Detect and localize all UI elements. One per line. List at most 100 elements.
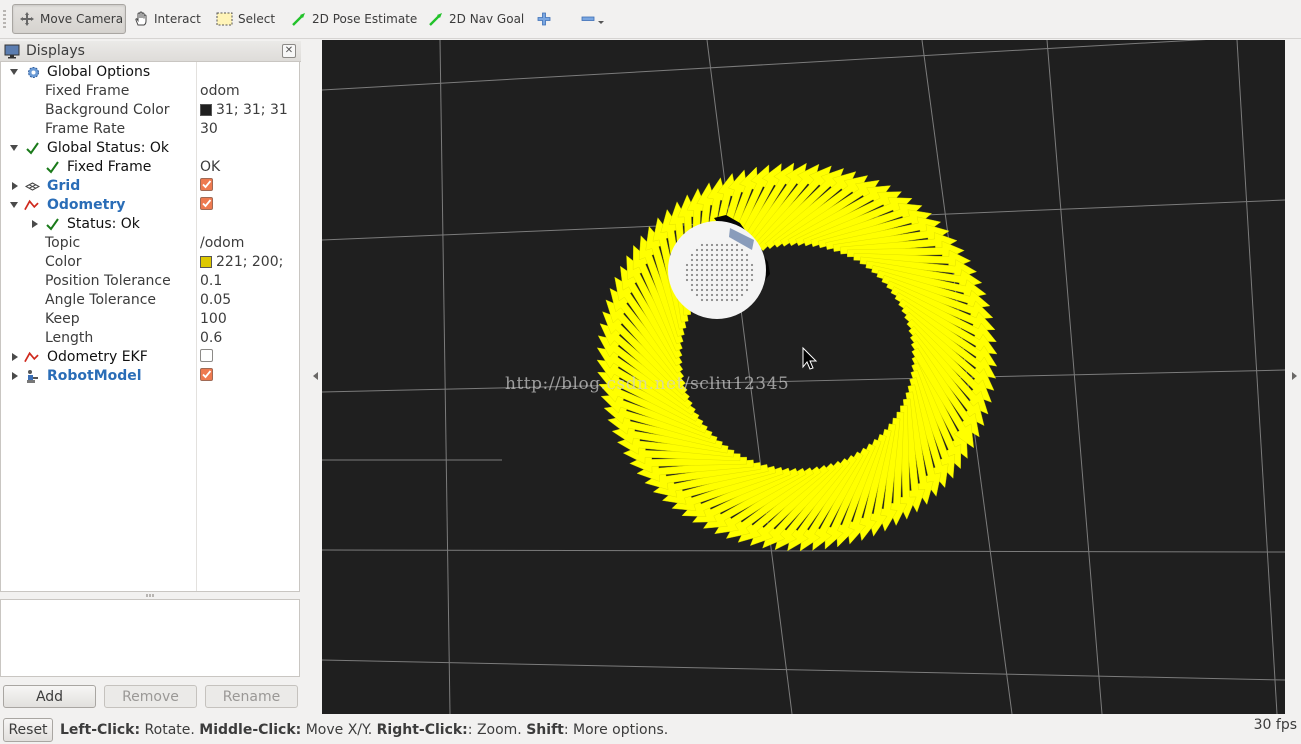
grid-line — [1046, 40, 1103, 714]
length-value[interactable]: 0.6 — [200, 330, 222, 346]
displays-title: Displays — [26, 43, 85, 59]
panel-splitter-handle[interactable] — [146, 594, 154, 597]
tree-item-odometry[interactable]: Odometry — [1, 196, 299, 215]
checkbox-unchecked-icon[interactable] — [200, 349, 213, 362]
tree-item-position-tolerance[interactable]: Position Tolerance 0.1 — [1, 272, 299, 291]
green-arrow-icon — [291, 11, 307, 27]
tree-label: Global Options — [47, 64, 151, 80]
background-color-value[interactable]: 31; 31; 31 — [200, 102, 288, 118]
fixed-frame-status-value: OK — [200, 159, 221, 175]
tree-label: Frame Rate — [45, 121, 126, 137]
toolbar-grip[interactable] — [3, 10, 6, 30]
2d-pose-estimate-tool[interactable]: 2D Pose Estimate — [285, 4, 423, 34]
odometry-enabled-checkbox[interactable] — [200, 197, 213, 210]
odometry-icon — [24, 351, 39, 363]
tree-label: Keep — [45, 311, 80, 327]
expand-right-icon[interactable] — [32, 220, 38, 228]
expand-right-icon[interactable] — [12, 372, 18, 380]
collapse-right-icon[interactable] — [1292, 372, 1297, 380]
checkbox-checked-icon[interactable] — [200, 197, 213, 210]
grid-lines — [322, 40, 1285, 714]
robotmodel-enabled-checkbox[interactable] — [200, 368, 213, 381]
2d-nav-goal-tool[interactable]: 2D Nav Goal — [422, 4, 530, 34]
grid-line — [1236, 40, 1278, 714]
green-arrow-icon — [428, 11, 444, 27]
keep-value[interactable]: 100 — [200, 311, 227, 327]
tree-item-frame-rate[interactable]: Frame Rate 30 — [1, 120, 299, 139]
monitor-icon — [4, 44, 20, 59]
collapse-left-icon[interactable] — [313, 372, 318, 380]
checkmark-icon — [26, 142, 39, 155]
odometry-icon — [24, 199, 39, 211]
property-description-box — [0, 599, 300, 677]
3d-scene[interactable] — [322, 40, 1285, 714]
tree-item-fixed-frame-status[interactable]: Fixed Frame OK — [1, 158, 299, 177]
expand-down-icon[interactable] — [10, 145, 18, 151]
tree-item-odometry-ekf[interactable]: Odometry EKF — [1, 348, 299, 367]
select-tool[interactable]: Select — [210, 4, 281, 34]
robot-icon — [27, 370, 38, 383]
tree-label: Background Color — [45, 102, 170, 118]
watermark-text: http://blog.csdn.net/scliu12345 — [505, 374, 790, 394]
move-camera-icon — [19, 11, 35, 27]
toolbar: Move Camera Interact Select 2D Pose Esti… — [0, 0, 1301, 39]
reset-button[interactable]: Reset — [3, 718, 53, 742]
angle-tolerance-value[interactable]: 0.05 — [200, 292, 231, 308]
tree-item-odometry-status[interactable]: Status: Ok — [1, 215, 299, 234]
expand-down-icon[interactable] — [10, 69, 18, 75]
status-bar: Reset Left-Click: Rotate. Middle-Click: … — [0, 716, 1301, 744]
grid-line — [322, 40, 1207, 91]
tree-item-fixed-frame[interactable]: Fixed Frame odom — [1, 82, 299, 101]
tree-item-global-options[interactable]: Global Options — [1, 63, 299, 82]
gear-icon — [28, 67, 39, 78]
frame-rate-value[interactable]: 30 — [200, 121, 218, 137]
checkmark-icon — [46, 218, 59, 231]
color-swatch[interactable] — [200, 104, 212, 116]
tree-label: RobotModel — [47, 368, 142, 384]
odometry-ekf-enabled-checkbox[interactable] — [200, 349, 213, 362]
tree-item-angle-tolerance[interactable]: Angle Tolerance 0.05 — [1, 291, 299, 310]
expand-down-icon[interactable] — [10, 202, 18, 208]
position-tolerance-value[interactable]: 0.1 — [200, 273, 222, 289]
tree-item-robotmodel[interactable]: RobotModel — [1, 367, 299, 386]
tree-item-background-color[interactable]: Background Color 31; 31; 31 — [1, 101, 299, 120]
mouse-cursor-icon — [802, 346, 818, 370]
status-hint: Left-Click: Rotate. Middle-Click: Move X… — [60, 722, 669, 738]
tree-label: Topic — [45, 235, 81, 251]
tree-label: Fixed Frame — [67, 159, 152, 175]
fixed-frame-value[interactable]: odom — [200, 83, 240, 99]
tree-item-grid[interactable]: Grid — [1, 177, 299, 196]
tree-label: Grid — [47, 178, 81, 194]
topic-value[interactable]: /odom — [200, 235, 244, 251]
checkbox-checked-icon[interactable] — [200, 178, 213, 191]
move-camera-tool[interactable]: Move Camera — [12, 4, 126, 34]
grid-line — [322, 549, 1285, 553]
close-icon[interactable]: ✕ — [282, 44, 296, 58]
expand-right-icon[interactable] — [12, 182, 18, 190]
tree-label: Odometry — [47, 197, 126, 213]
tree-item-length[interactable]: Length 0.6 — [1, 329, 299, 348]
rename-display-button[interactable]: Rename — [205, 685, 298, 708]
checkbox-checked-icon[interactable] — [200, 368, 213, 381]
tree-item-global-status[interactable]: Global Status: Ok — [1, 139, 299, 158]
add-tool-button[interactable] — [531, 4, 557, 34]
checkmark-icon — [46, 161, 59, 174]
remove-tool-button[interactable] — [575, 4, 611, 34]
hand-icon — [133, 11, 149, 27]
expand-right-icon[interactable] — [12, 353, 18, 361]
add-display-button[interactable]: Add — [3, 685, 96, 708]
tree-item-color[interactable]: Color 221; 200; — [1, 253, 299, 272]
remove-display-button[interactable]: Remove — [104, 685, 197, 708]
interact-tool[interactable]: Interact — [127, 4, 207, 34]
color-swatch[interactable] — [200, 256, 212, 268]
grid-line — [322, 369, 1285, 393]
color-value[interactable]: 221; 200; — [200, 254, 283, 270]
fps-readout: 30 fps — [1253, 717, 1297, 733]
tree-item-keep[interactable]: Keep 100 — [1, 310, 299, 329]
tree-item-topic[interactable]: Topic /odom — [1, 234, 299, 253]
grid-icon — [25, 182, 40, 191]
odometry-arrows — [596, 162, 998, 552]
grid-line — [439, 40, 451, 714]
3d-render-viewport[interactable]: http://blog.csdn.net/scliu12345 — [322, 40, 1285, 714]
grid-enabled-checkbox[interactable] — [200, 178, 213, 191]
